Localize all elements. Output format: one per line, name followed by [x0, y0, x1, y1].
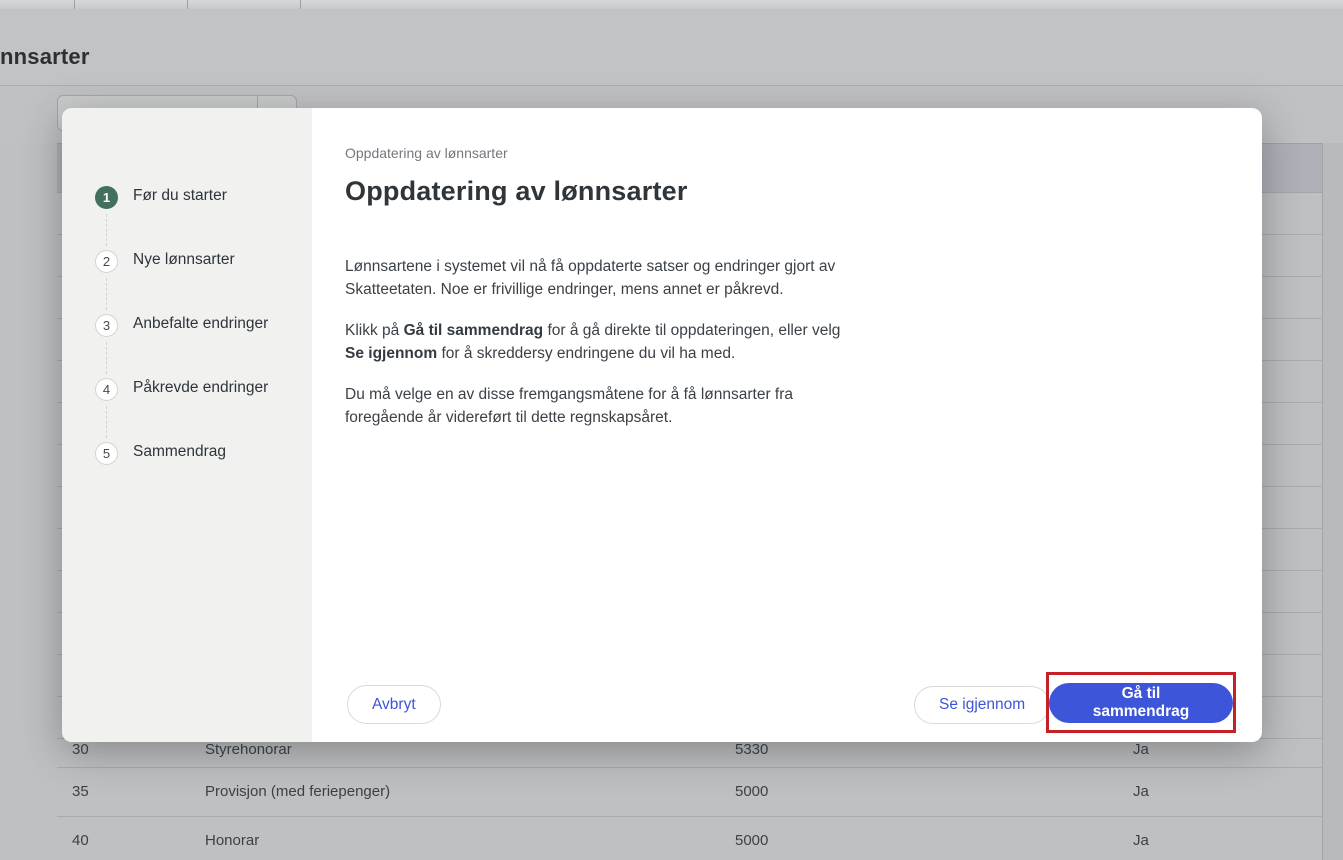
row-active: Ja — [1133, 768, 1149, 816]
top-edge-strip — [0, 0, 1343, 9]
step-connector-line — [106, 342, 107, 374]
row-account: 5330 — [735, 744, 768, 768]
page-header: nnsarter — [0, 9, 1343, 86]
go-to-summary-button[interactable]: Gå til sammendrag — [1049, 683, 1233, 723]
step-connector-line — [106, 278, 107, 310]
column-divider-tick — [74, 0, 75, 9]
step-number-badge: 2 — [95, 250, 118, 273]
table-row[interactable]: 35 Provisjon (med feriepenger) 5000 Ja — [57, 768, 1322, 817]
page-title: nnsarter — [0, 44, 90, 70]
step-label: Før du starter — [133, 187, 227, 205]
annotation-highlight-box: Gå til sammendrag — [1046, 672, 1236, 733]
wizard-step-3[interactable]: 3 Anbefalte endringer — [62, 314, 312, 337]
wizard-step-5[interactable]: 5 Sammendrag — [62, 442, 312, 465]
table-right-gutter — [1323, 143, 1343, 860]
row-name: Provisjon (med feriepenger) — [205, 768, 390, 816]
wizard-step-1[interactable]: 1 Før du starter — [62, 186, 312, 209]
step-label: Nye lønnsarter — [133, 251, 235, 269]
row-code: 40 — [72, 817, 89, 860]
dialog-eyebrow: Oppdatering av lønnsarter — [345, 145, 508, 161]
row-account: 5000 — [735, 768, 768, 816]
wizard-step-4[interactable]: 4 Påkrevde endringer — [62, 378, 312, 401]
row-name: Styrehonorar — [205, 744, 292, 768]
step-connector-line — [106, 406, 107, 438]
column-divider-tick — [300, 0, 301, 9]
step-number-badge: 5 — [95, 442, 118, 465]
table-row[interactable]: 40 Honorar 5000 Ja — [57, 817, 1322, 860]
row-code: 30 — [72, 744, 89, 768]
column-divider-tick — [187, 0, 188, 9]
row-active: Ja — [1133, 817, 1149, 860]
dialog-title: Oppdatering av lønnsarter — [345, 176, 688, 207]
review-button[interactable]: Se igjennom — [914, 686, 1050, 724]
wizard-steps-panel: 1 Før du starter 2 Nye lønnsarter 3 Anbe… — [62, 108, 312, 742]
cancel-button[interactable]: Avbryt — [347, 685, 441, 724]
intro-paragraph: Lønnsartene i systemet vil nå få oppdate… — [345, 256, 905, 301]
update-wizard-dialog: 1 Før du starter 2 Nye lønnsarter 3 Anbe… — [62, 108, 1262, 742]
step-number-badge: 4 — [95, 378, 118, 401]
row-code: 35 — [72, 768, 89, 816]
table-row[interactable]: 30 Styrehonorar 5330 Ja — [57, 744, 1322, 768]
row-name: Honorar — [205, 817, 259, 860]
instruction-paragraph: Klikk på Gå til sammendrag for å gå dire… — [345, 320, 905, 365]
step-connector-line — [106, 214, 107, 246]
row-active: Ja — [1133, 744, 1149, 768]
requirement-paragraph: Du må velge en av disse fremgangsmåtene … — [345, 384, 905, 429]
wizard-step-2[interactable]: 2 Nye lønnsarter — [62, 250, 312, 273]
row-account: 5000 — [735, 817, 768, 860]
step-label: Påkrevde endringer — [133, 379, 268, 397]
step-number-badge: 1 — [95, 186, 118, 209]
step-label: Sammendrag — [133, 443, 226, 461]
step-label: Anbefalte endringer — [133, 315, 268, 333]
step-number-badge: 3 — [95, 314, 118, 337]
